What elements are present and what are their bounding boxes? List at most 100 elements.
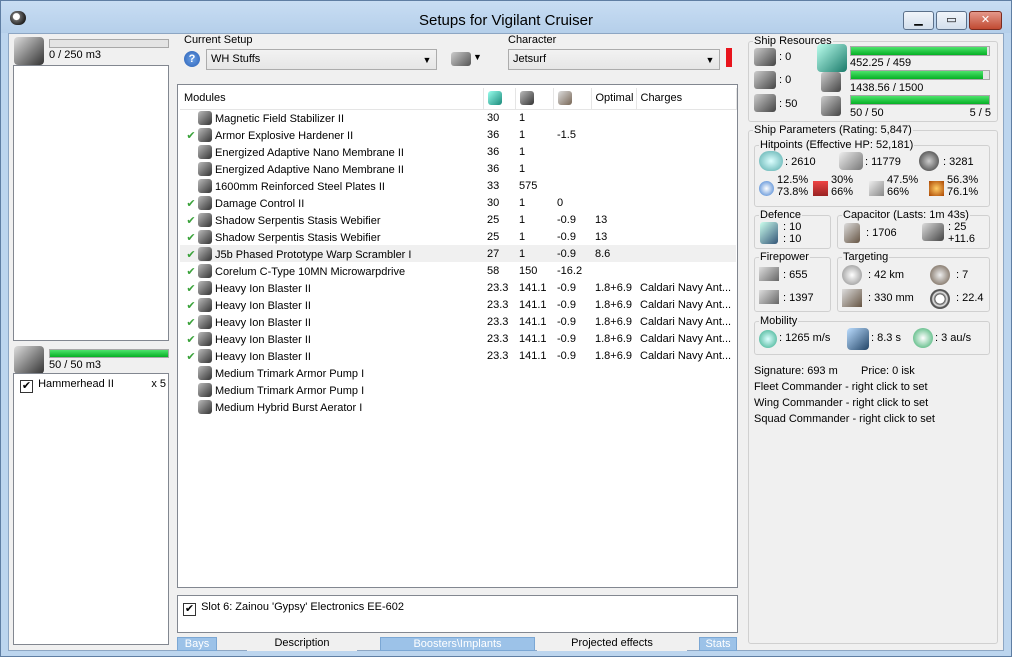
active-check-icon[interactable]: ✔ (184, 350, 198, 363)
setup-dropdown[interactable]: WH Stuffs ▼ (206, 49, 437, 70)
active-check-icon[interactable]: ✔ (184, 231, 198, 244)
modules-list[interactable]: Modules Optimal Charges Magnetic Field S… (177, 84, 738, 588)
tab-projected-effects[interactable]: Projected effects (537, 637, 687, 651)
table-row[interactable]: Medium Trimark Armor Pump I (180, 381, 736, 398)
column-header-charges[interactable]: Charges (636, 88, 737, 110)
column-header-modules[interactable]: Modules (180, 88, 484, 110)
ship-menu-chevron-icon[interactable]: ▼ (473, 52, 482, 62)
tab-description[interactable]: Description (247, 637, 357, 651)
ship-menu-icon[interactable] (451, 52, 471, 66)
module-pg (515, 381, 553, 398)
column-header-powergrid[interactable] (515, 88, 554, 110)
module-charges: Caldari Navy Ant... (640, 349, 732, 362)
character-dropdown[interactable]: Jetsurf ▼ (508, 49, 720, 70)
firepower-volley: : 1397 (783, 292, 814, 304)
ship-resources-group: Ship Resources : 0 : 0 : 50 452.25 / 459… (748, 35, 998, 122)
active-check-icon[interactable]: ✔ (184, 299, 198, 312)
active-check-icon[interactable]: ✔ (184, 197, 198, 210)
active-check-icon[interactable]: ✔ (184, 333, 198, 346)
drone-list[interactable]: ✔ Hammerhead II x 5 (13, 373, 169, 645)
module-optimal (591, 194, 636, 211)
table-row[interactable]: ✔ Heavy Ion Blaster II 23.3 141.1 -0.9 1.8+6.… (180, 279, 736, 296)
turret-hardpoint-icon (754, 48, 776, 66)
table-row[interactable]: Energized Adaptive Nano Membrane II 36 1 (180, 143, 736, 160)
table-row[interactable]: ✔ Shadow Serpentis Stasis Webifier 25 1 -0.9… (180, 228, 736, 245)
tab-bays[interactable]: Bays (177, 637, 217, 651)
active-check-icon[interactable]: ✔ (184, 129, 198, 142)
table-row[interactable]: Energized Adaptive Nano Membrane II 36 1 (180, 160, 736, 177)
title-bar[interactable]: Setups for Vigilant Cruiser ▁ ▭ ✕ (1, 1, 1011, 33)
column-header-cpu[interactable] (483, 88, 516, 110)
module-charges: Caldari Navy Ant... (640, 315, 732, 328)
targeting-range-icon (842, 265, 862, 285)
implant-list[interactable]: ✔ Slot 6: Zainou 'Gypsy' Electronics EE-… (177, 595, 738, 633)
table-row[interactable]: Magnetic Field Stabilizer II 30 1 (180, 109, 736, 126)
cargo-list[interactable] (13, 65, 169, 341)
column-header-capacitor[interactable] (553, 88, 592, 110)
tab-boosters-implants[interactable]: Boosters\Implants (380, 637, 535, 651)
dps-icon (759, 267, 779, 281)
module-cpu (483, 364, 515, 381)
help-icon[interactable]: ? (184, 51, 200, 67)
module-name: Damage Control II (215, 197, 305, 210)
table-row[interactable]: ✔ Heavy Ion Blaster II 23.3 141.1 -0.9 1.8+6.… (180, 347, 736, 364)
drone-checkbox[interactable]: ✔ (20, 380, 33, 393)
defence-values: : 10: 10 (783, 221, 802, 245)
active-check-icon[interactable]: ✔ (184, 248, 198, 261)
column-header-optimal[interactable]: Optimal (591, 88, 637, 110)
character-status-indicator (726, 48, 732, 67)
module-cap: -1.5 (557, 128, 576, 141)
table-row[interactable]: ✔ Heavy Ion Blaster II 23.3 141.1 -0.9 1.8+6.… (180, 330, 736, 347)
active-check-icon[interactable]: ✔ (184, 265, 198, 278)
drone-capacity-label: 50 / 50 m3 (49, 359, 101, 371)
maximize-button[interactable]: ▭ (936, 11, 967, 30)
module-icon (198, 212, 212, 227)
ship-parameters-title: Ship Parameters (Rating: 5,847) (753, 124, 913, 136)
table-row[interactable]: Medium Hybrid Burst Aerator I (180, 398, 736, 415)
powergrid-icon (821, 72, 841, 92)
capacitor-recharge: : 25 +11.6 (948, 221, 976, 245)
drone-bay-capacity: : 50 (779, 98, 798, 110)
module-charges (636, 177, 736, 194)
module-cell: ✔ Heavy Ion Blaster II (180, 347, 483, 364)
module-cell: Energized Adaptive Nano Membrane II (180, 160, 483, 177)
table-row[interactable]: ✔ Heavy Ion Blaster II 23.3 141.1 -0.9 1.8+6.… (180, 313, 736, 330)
table-row[interactable]: Medium Trimark Armor Pump I (180, 364, 736, 381)
module-cpu: 27 (487, 247, 500, 260)
table-row[interactable]: ✔ Heavy Ion Blaster II 23.3 141.1 -0.9 1.8+6.… (180, 296, 736, 313)
module-pg (515, 398, 553, 415)
module-cpu: 30 (487, 196, 500, 209)
armor-hp: : 11779 (865, 156, 901, 168)
active-check-icon[interactable]: ✔ (184, 316, 198, 329)
table-row[interactable]: ✔ Armor Explosive Hardener II 36 1 -1.5 (180, 126, 736, 143)
fleet-commander-slot[interactable]: Fleet Commander - right click to set (754, 381, 928, 393)
list-item[interactable]: ✔ Slot 6: Zainou 'Gypsy' Electronics EE-… (183, 601, 404, 616)
close-button[interactable]: ✕ (969, 11, 1002, 30)
implant-checkbox[interactable]: ✔ (183, 603, 196, 616)
table-row[interactable]: 1600mm Reinforced Steel Plates II 33 575 (180, 177, 736, 194)
module-cell: ✔ Shadow Serpentis Stasis Webifier (180, 228, 483, 245)
module-name: Shadow Serpentis Stasis Webifier (215, 214, 381, 227)
shield-icon (759, 151, 783, 171)
active-check-icon[interactable]: ✔ (184, 214, 198, 227)
explosive-resist: 56.3% 76.1% (947, 174, 979, 198)
active-check-icon[interactable]: ✔ (184, 282, 198, 295)
table-row[interactable]: ✔ Corelum C-Type 10MN Microwarpdrive 58 150… (180, 262, 736, 279)
powergrid-usage: 1438.56 / 1500 (850, 82, 924, 94)
squad-commander-slot[interactable]: Squad Commander - right click to set (754, 413, 935, 425)
module-cap: 0 (557, 196, 564, 209)
module-charges (636, 126, 736, 143)
module-icon (198, 161, 212, 176)
module-cap (553, 143, 591, 160)
table-row[interactable]: ✔ Damage Control II 30 1 0 (180, 194, 736, 211)
table-row[interactable]: ✔ Shadow Serpentis Stasis Webifier 25 1 -0.9… (180, 211, 736, 228)
shield-hp: : 2610 (785, 156, 816, 168)
module-name: Medium Trimark Armor Pump I (215, 384, 365, 397)
list-item[interactable]: ✔ Hammerhead II x 5 (20, 378, 166, 393)
tab-stats[interactable]: Stats (699, 637, 737, 651)
minimize-button[interactable]: ▁ (903, 11, 934, 30)
wing-commander-slot[interactable]: Wing Commander - right click to set (754, 397, 928, 409)
table-row[interactable]: ✔ J5b Phased Prototype Warp Scrambler I 27… (180, 245, 736, 262)
module-pg (515, 364, 553, 381)
module-cap: -0.9 (557, 230, 576, 243)
